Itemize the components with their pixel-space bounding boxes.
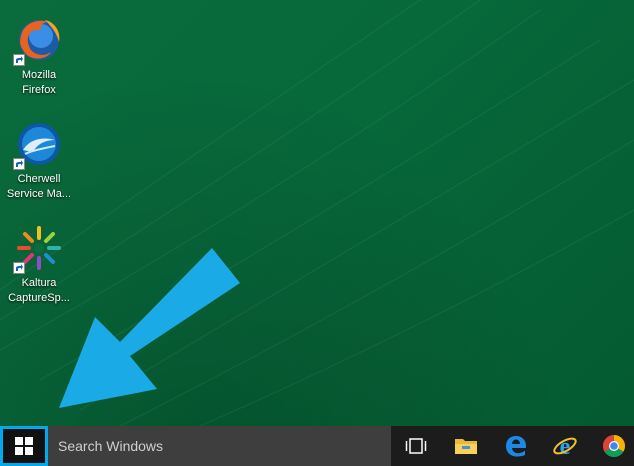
task-view-icon — [405, 438, 427, 454]
desktop[interactable]: Mozilla Firefox Cherwell Service Ma... K… — [0, 0, 634, 426]
task-view-button[interactable] — [392, 426, 440, 466]
search-input[interactable] — [56, 437, 391, 455]
internet-explorer-button[interactable]: e — [541, 426, 589, 466]
edge-icon — [506, 436, 526, 457]
chrome-button[interactable] — [590, 426, 634, 466]
search-box[interactable] — [48, 426, 391, 466]
svg-text:e: e — [560, 434, 571, 458]
taskbar: e — [0, 426, 634, 466]
annotation-arrow — [59, 248, 240, 408]
windows-logo-icon — [15, 437, 33, 455]
start-button[interactable] — [0, 426, 48, 466]
file-explorer-button[interactable] — [442, 426, 490, 466]
chrome-icon — [603, 435, 625, 457]
file-explorer-icon — [455, 439, 477, 454]
edge-button[interactable] — [492, 426, 540, 466]
internet-explorer-icon: e — [553, 434, 577, 458]
